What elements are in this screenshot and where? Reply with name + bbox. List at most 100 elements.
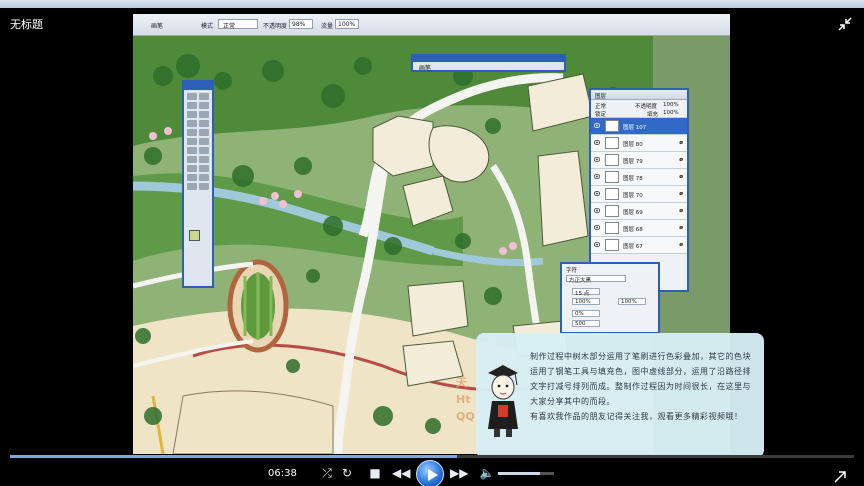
lasso-tool-icon[interactable] xyxy=(187,102,197,109)
font-size-field[interactable]: 15 点 xyxy=(572,288,600,297)
mode-label: 模式 xyxy=(201,23,214,30)
player-controls: 06:38 ⤮ ↻ ■ ◀◀ ▶▶ 🔈 xyxy=(0,460,864,486)
annotation-bubble: 制作过程中树木部分运用了笔刷进行色彩叠加，其它的色块运用了钢笔工具与填充色，图中… xyxy=(476,333,764,458)
eye-icon[interactable] xyxy=(594,191,600,196)
horizontal-scale-value: 100% xyxy=(621,299,637,305)
eye-icon[interactable] xyxy=(594,174,600,179)
font-family-field[interactable]: 方正大黑 xyxy=(566,275,626,284)
crop-tool-icon[interactable] xyxy=(187,111,197,118)
layer-style-icon: ø xyxy=(679,174,683,180)
path-tool-icon[interactable] xyxy=(187,156,197,163)
mascot-figure xyxy=(482,357,524,441)
font-family-value: 方正大黑 xyxy=(569,278,592,284)
blend-mode-select[interactable]: 正常 xyxy=(595,102,606,110)
tools-panel-header[interactable] xyxy=(184,82,212,90)
volume-slider[interactable] xyxy=(498,472,554,475)
layer-row[interactable]: 图层 79 ø xyxy=(591,152,687,169)
tracking-field[interactable]: 0% xyxy=(572,310,600,317)
layer-thumbnail xyxy=(605,171,619,183)
shuffle-icon[interactable]: ⤮ xyxy=(318,464,336,482)
shrink-icon[interactable] xyxy=(838,16,852,31)
type-tool-icon[interactable] xyxy=(199,156,209,163)
eyedropper-tool-icon[interactable] xyxy=(199,174,209,181)
annotation-paragraph: 有喜欢我作品的朋友记得关注我，观看更多精彩视频哦！ xyxy=(530,412,743,421)
heal-tool-icon[interactable] xyxy=(187,120,197,127)
mode-value: 正常 xyxy=(223,23,236,30)
layer-opacity-value[interactable]: 100% xyxy=(663,102,679,108)
repeat-icon[interactable]: ↻ xyxy=(338,464,356,482)
window-top-strip xyxy=(0,0,864,8)
tools-panel[interactable] xyxy=(182,80,214,288)
zoom-tool-icon[interactable] xyxy=(199,183,209,190)
marquee-tool-icon[interactable] xyxy=(199,93,209,100)
shape-tool-icon[interactable] xyxy=(199,165,209,172)
history-brush-icon[interactable] xyxy=(199,129,209,136)
annotation-text: 制作过程中树木部分运用了笔刷进行色彩叠加，其它的色块运用了钢笔工具与填充色，图中… xyxy=(530,349,756,424)
dodge-tool-icon[interactable] xyxy=(199,147,209,154)
move-tool-icon[interactable] xyxy=(187,93,197,100)
vertical-scale-field[interactable]: 100% xyxy=(572,298,600,305)
stamp-tool-icon[interactable] xyxy=(187,129,197,136)
volume-icon[interactable]: 🔈 xyxy=(478,464,496,482)
play-icon[interactable] xyxy=(416,460,444,486)
eye-icon[interactable] xyxy=(594,208,600,213)
brush-tool-icon[interactable] xyxy=(199,120,209,127)
fast-forward-icon[interactable]: ▶▶ xyxy=(450,464,468,482)
layers-panel-tabs[interactable]: 图层 xyxy=(591,90,687,100)
wand-tool-icon[interactable] xyxy=(199,102,209,109)
layer-thumbnail xyxy=(605,239,619,251)
notes-tool-icon[interactable] xyxy=(187,174,197,181)
layer-name: 图层 67 xyxy=(623,244,643,250)
character-panel[interactable]: 字符 方正大黑 15 点 100% 100% 0% 500 xyxy=(560,262,660,334)
rewind-icon[interactable]: ◀◀ xyxy=(392,464,410,482)
layer-name: 图层 69 xyxy=(623,210,643,216)
watermark-line: Ht xyxy=(456,393,471,406)
layer-row[interactable]: 图层 107 xyxy=(591,118,687,135)
layer-style-icon: ø xyxy=(679,191,683,197)
eye-icon[interactable] xyxy=(594,242,600,247)
character-tab[interactable]: 字符 xyxy=(566,266,577,274)
layer-thumbnail xyxy=(605,222,619,234)
stop-icon[interactable]: ■ xyxy=(366,464,384,482)
layer-name: 图层 78 xyxy=(623,176,643,182)
watermark-line: 天 xyxy=(456,376,467,389)
layer-row[interactable]: 图层 70 ø xyxy=(591,186,687,203)
gradient-tool-icon[interactable] xyxy=(199,138,209,145)
seek-bar-fill xyxy=(10,455,458,458)
layer-row[interactable]: 图层 80 ø xyxy=(591,135,687,152)
layer-row[interactable]: 图层 67 ø xyxy=(591,237,687,254)
horizontal-scale-field[interactable]: 100% xyxy=(618,298,646,305)
expand-icon[interactable] xyxy=(834,468,846,483)
tools-grid xyxy=(184,90,212,193)
slice-tool-icon[interactable] xyxy=(199,111,209,118)
layer-row[interactable]: 图层 78 ø xyxy=(591,169,687,186)
flow-field[interactable]: 100% xyxy=(335,19,359,29)
annotation-paragraph: 制作过程中树木部分运用了笔刷进行色彩叠加，其它的色块运用了钢笔工具与填充色，图中… xyxy=(530,352,751,406)
eye-icon[interactable] xyxy=(594,140,600,145)
layer-thumbnail xyxy=(605,120,619,132)
hand-tool-icon[interactable] xyxy=(187,183,197,190)
mode-select[interactable]: 正常 xyxy=(218,19,258,30)
kerning-field[interactable]: 500 xyxy=(572,320,600,327)
pen-tool-icon[interactable] xyxy=(187,165,197,172)
brush-panel-label: 画笔 xyxy=(419,65,432,72)
opacity-field[interactable]: 98% xyxy=(289,19,313,29)
eraser-tool-icon[interactable] xyxy=(187,138,197,145)
seek-bar[interactable] xyxy=(10,455,854,458)
brush-panel-header[interactable] xyxy=(413,56,564,62)
layer-style-icon: ø xyxy=(679,140,683,146)
flow-value: 100% xyxy=(338,21,356,28)
blur-tool-icon[interactable] xyxy=(187,147,197,154)
layer-row[interactable]: 图层 69 ø xyxy=(591,203,687,220)
lock-label: 锁定 xyxy=(595,112,607,118)
fill-value[interactable]: 100% xyxy=(663,110,679,116)
foreground-color-swatch[interactable] xyxy=(189,230,200,241)
eye-icon[interactable] xyxy=(594,123,600,128)
brush-label: 画笔 xyxy=(151,23,164,30)
layer-thumbnail xyxy=(605,154,619,166)
eye-icon[interactable] xyxy=(594,225,600,230)
layers-tab[interactable]: 图层 xyxy=(595,92,606,100)
layer-row[interactable]: 图层 68 ø xyxy=(591,220,687,237)
brush-panel[interactable]: 画笔 xyxy=(411,54,566,72)
eye-icon[interactable] xyxy=(594,157,600,162)
